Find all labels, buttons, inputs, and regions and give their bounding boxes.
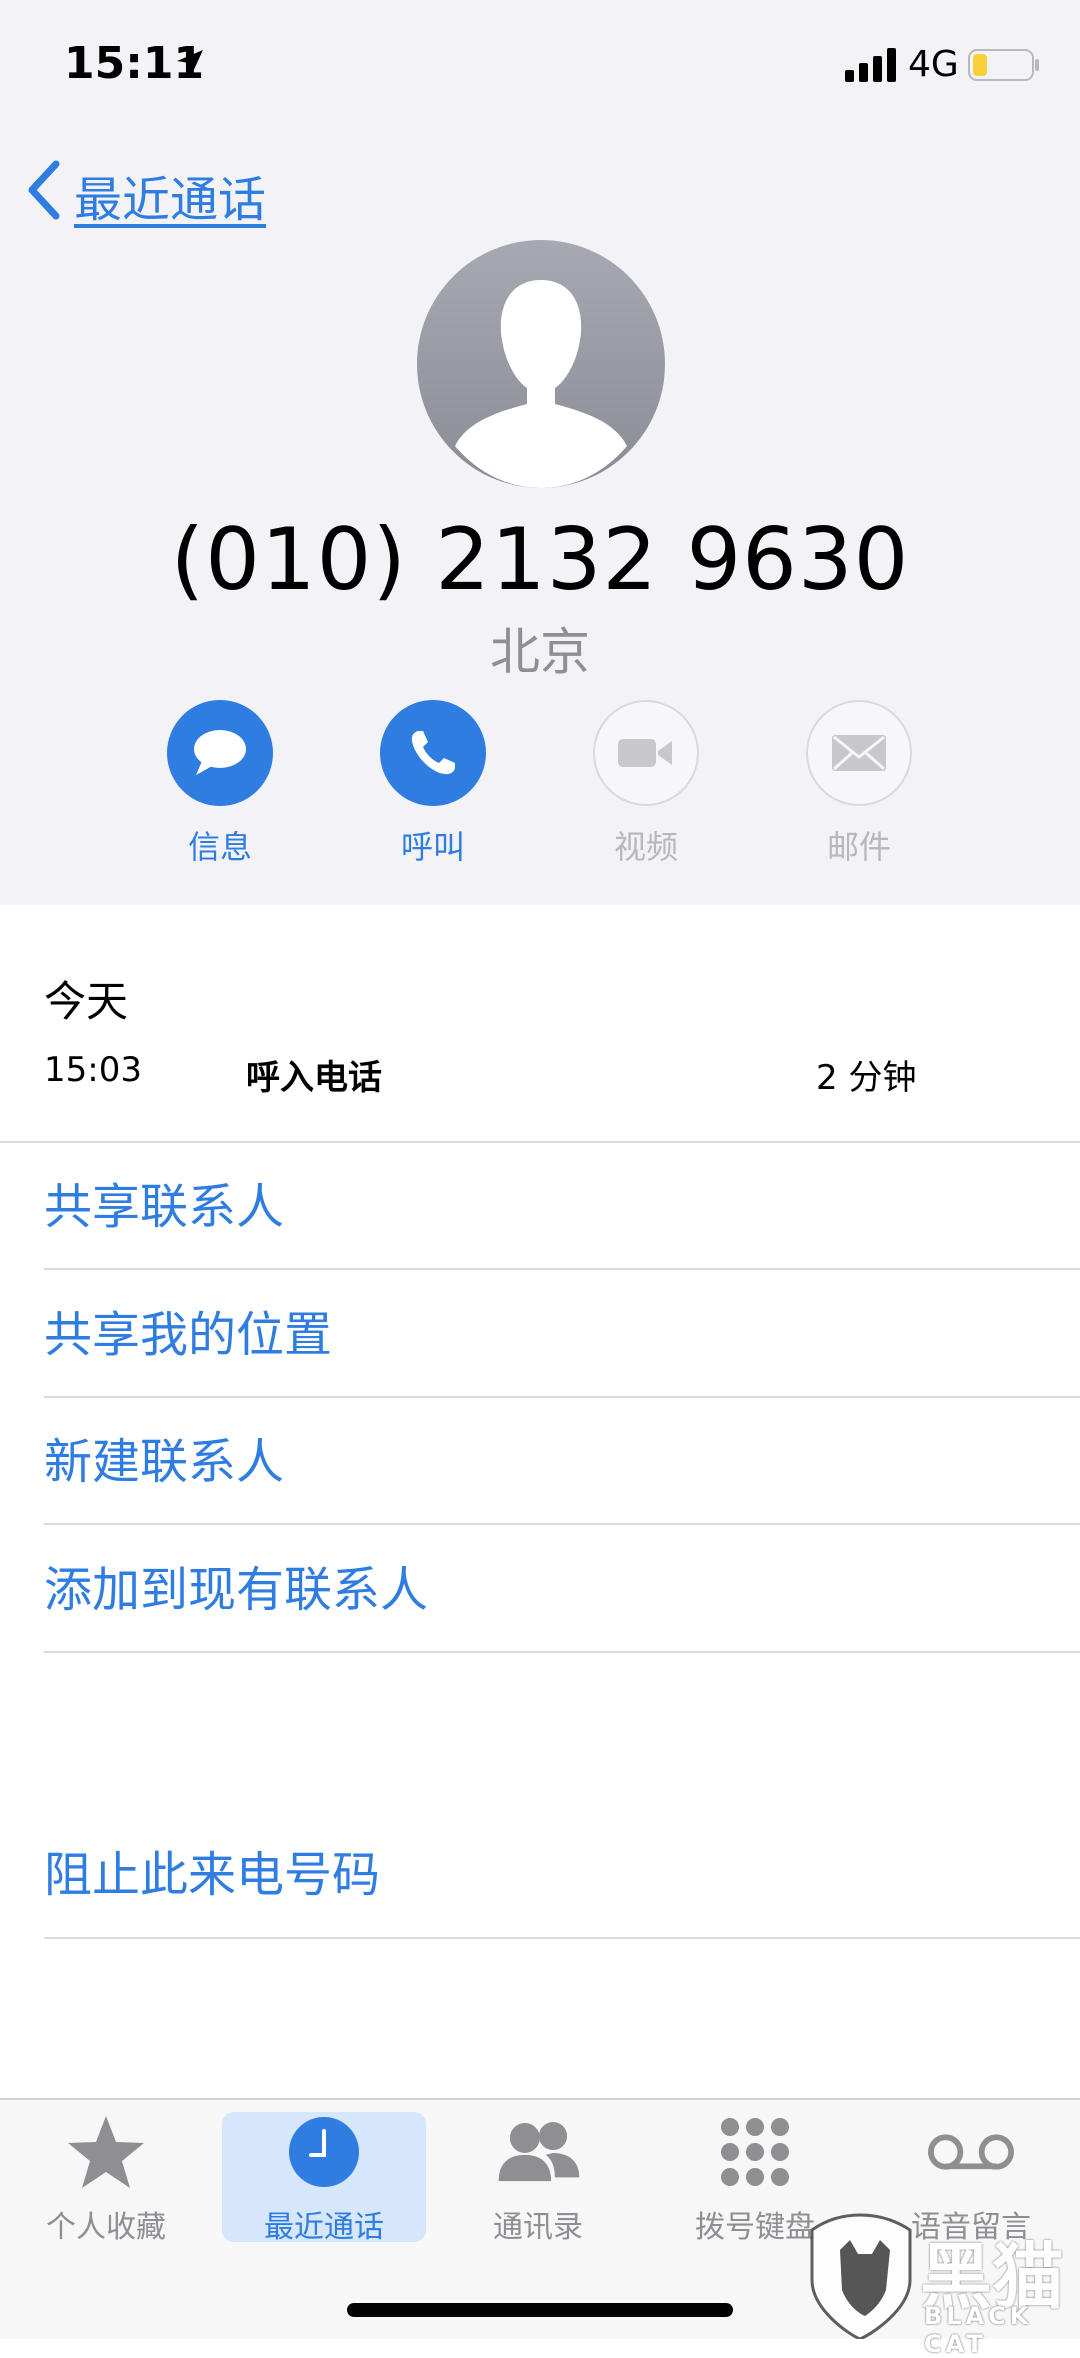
divider bbox=[44, 1396, 1080, 1398]
phone-icon bbox=[380, 700, 486, 806]
person-silhouette-icon bbox=[455, 280, 627, 488]
add-to-existing-contact-button[interactable]: 添加到现有联系人 bbox=[44, 1530, 1044, 1650]
tab-contacts[interactable]: 通讯录 bbox=[438, 2112, 638, 2245]
tab-contacts-label: 通讯录 bbox=[493, 2210, 583, 2245]
block-caller-button[interactable]: 阻止此来电号码 bbox=[44, 1815, 1044, 1935]
home-indicator[interactable] bbox=[347, 2303, 733, 2317]
call-log-duration: 2 分钟 bbox=[816, 1058, 917, 1098]
tab-recents[interactable]: 最近通话 bbox=[222, 2112, 426, 2245]
divider bbox=[44, 1651, 1080, 1653]
battery-icon bbox=[968, 49, 1039, 81]
back-chevron-icon[interactable] bbox=[24, 160, 64, 220]
back-button[interactable]: 最近通话 bbox=[74, 160, 266, 230]
new-contact-button[interactable]: 新建联系人 bbox=[44, 1402, 1044, 1522]
signal-bars-icon bbox=[845, 48, 896, 82]
video-icon bbox=[593, 700, 699, 806]
voicemail-icon bbox=[926, 2112, 1016, 2192]
call-action-label: 呼叫 bbox=[400, 828, 465, 866]
watermark-subtext: BLACK CAT bbox=[924, 2302, 1033, 2358]
phone-number: (010) 2132 9630 bbox=[170, 510, 910, 610]
call-action-button[interactable]: 呼叫 bbox=[353, 700, 513, 868]
status-bar: 15:11 4G bbox=[0, 0, 1080, 130]
mail-action-button[interactable]: 邮件 bbox=[779, 700, 939, 868]
call-log-time: 15:03 bbox=[44, 1050, 142, 1090]
share-location-button[interactable]: 共享我的位置 bbox=[44, 1275, 1044, 1395]
network-type: 4G bbox=[908, 44, 959, 85]
divider bbox=[44, 1523, 1080, 1525]
message-action-button[interactable]: 信息 bbox=[140, 700, 300, 868]
divider bbox=[0, 1141, 1080, 1143]
call-log-type: 呼入电话 bbox=[246, 1058, 382, 1098]
call-log-date: 今天 bbox=[44, 977, 129, 1026]
location-arrow-icon bbox=[177, 50, 203, 76]
keypad-icon bbox=[710, 2112, 800, 2192]
contacts-icon bbox=[493, 2112, 583, 2192]
message-icon bbox=[167, 700, 273, 806]
tab-favorites-label: 个人收藏 bbox=[46, 2210, 166, 2245]
video-action-label: 视频 bbox=[613, 828, 678, 866]
mail-action-label: 邮件 bbox=[826, 828, 891, 866]
avatar bbox=[417, 240, 665, 488]
caller-location: 北京 bbox=[490, 623, 590, 681]
video-action-button[interactable]: 视频 bbox=[566, 700, 726, 868]
tab-recents-label: 最近通话 bbox=[264, 2210, 384, 2245]
share-contact-button[interactable]: 共享联系人 bbox=[44, 1147, 1044, 1267]
mail-icon bbox=[806, 700, 912, 806]
divider bbox=[44, 1937, 1080, 1939]
tab-favorites[interactable]: 个人收藏 bbox=[6, 2112, 206, 2245]
message-action-label: 信息 bbox=[187, 828, 252, 866]
star-icon bbox=[61, 2112, 151, 2192]
divider bbox=[44, 1268, 1080, 1270]
clock-icon bbox=[279, 2112, 369, 2192]
